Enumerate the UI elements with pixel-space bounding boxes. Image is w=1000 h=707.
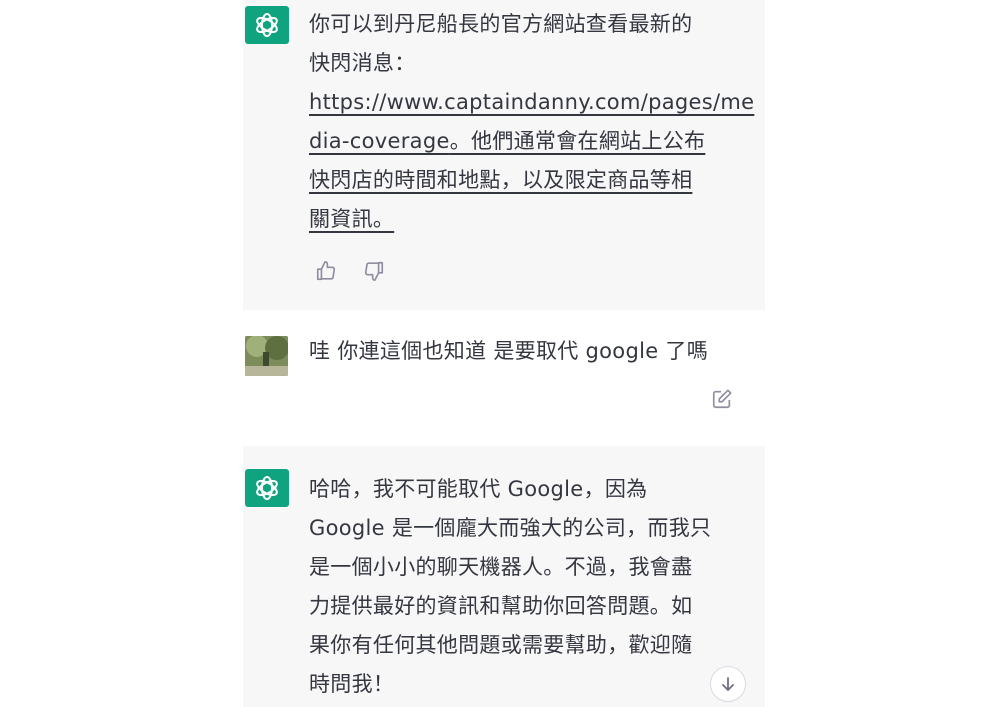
message-line: 哈哈，我不可能取代 Google，因為: [309, 477, 648, 501]
openai-logo-icon: [245, 6, 289, 44]
message-line: 你可以到丹尼船長的官方網站查看最新的: [309, 12, 693, 36]
user-message: 哇 你連這個也知道 是要取代 google 了嗎: [243, 310, 765, 446]
message-line-tail: 。他們通常會在網站上公布: [449, 129, 706, 153]
message-line: 時問我！: [309, 672, 395, 696]
website-link[interactable]: https://www.captaindanny.com/pages/me: [309, 83, 754, 122]
message-line: Google 是一個龐大而強大的公司，而我只: [309, 516, 712, 540]
user-message-text: 哇 你連這個也知道 是要取代 google 了嗎: [309, 332, 745, 371]
edit-icon[interactable]: [709, 386, 735, 412]
openai-logo-icon: [245, 469, 289, 507]
message-line: 果你有任何其他問題或需要幫助，歡迎隨: [309, 633, 693, 657]
message-line: 哇 你連這個也知道 是要取代 google 了嗎: [309, 339, 709, 363]
feedback-actions: [313, 258, 387, 284]
thumbs-down-icon[interactable]: [361, 258, 387, 284]
thumbs-up-icon[interactable]: [313, 258, 339, 284]
message-line: 快閃消息：: [309, 51, 416, 75]
user-avatar: [245, 336, 288, 376]
scroll-down-button[interactable]: [710, 666, 746, 702]
assistant-message-text: 你可以到丹尼船長的官方網站查看最新的 快閃消息： https://www.cap…: [309, 5, 754, 239]
message-line: 是一個小小的聊天機器人。不過，我會盡: [309, 555, 693, 579]
assistant-message: 你可以到丹尼船長的官方網站查看最新的 快閃消息： https://www.cap…: [243, 0, 765, 310]
assistant-message: 哈哈，我不可能取代 Google，因為 Google 是一個龐大而強大的公司，而…: [243, 446, 765, 707]
arrow-down-icon: [722, 677, 734, 691]
assistant-message-text: 哈哈，我不可能取代 Google，因為 Google 是一個龐大而強大的公司，而…: [309, 470, 745, 704]
chat-thread: 你可以到丹尼船長的官方網站查看最新的 快閃消息： https://www.cap…: [243, 0, 765, 707]
website-link-continued[interactable]: dia-coverage: [309, 129, 450, 153]
message-line: 快閃店的時間和地點，以及限定商品等相: [309, 168, 693, 192]
message-line: 力提供最好的資訊和幫助你回答問題。如: [309, 594, 693, 618]
message-line: 關資訊。: [309, 207, 395, 231]
